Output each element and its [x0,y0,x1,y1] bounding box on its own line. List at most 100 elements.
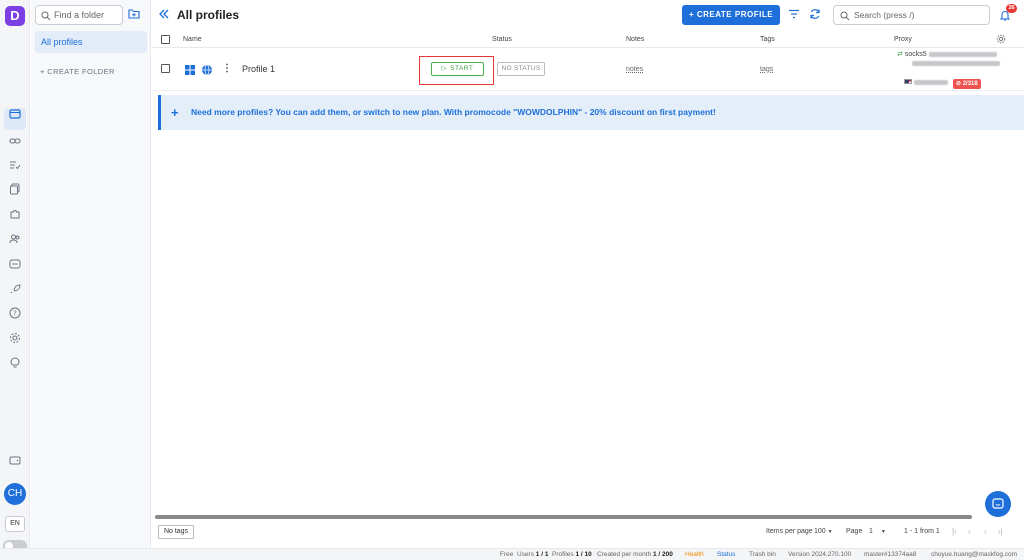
page-title: All profiles [177,8,240,22]
column-proxy[interactable]: Proxy [894,36,912,43]
tags-link[interactable]: tags [760,66,773,73]
chevron-down-icon: ▼ [880,529,886,535]
globe-icon [201,64,213,79]
proxy-ip-redacted [914,80,948,85]
users-icon[interactable] [7,233,23,249]
avatar[interactable]: CH [4,483,26,505]
proxy-check-badge[interactable]: ⊘ 2/318 [953,79,981,89]
promo-text: Need more profiles? You can add them, or… [191,107,716,117]
dolphin-logo: D [5,6,25,26]
rocket-icon[interactable] [7,283,23,299]
version-text: Version 2024.270.100 [788,551,852,558]
profiles-count: Profiles 1 / 10 [552,551,592,558]
user-email: chuyue.huang@maskfog.com [931,551,1018,558]
trash-bin-link[interactable]: Trash bin [749,551,776,558]
status-link[interactable]: Status [717,551,735,558]
created-value: 1 / 200 [653,551,673,558]
page-label: Page [846,528,863,535]
users-value: 1 / 1 [535,551,549,558]
folders-panel: Find a folder All profiles + CREATE FOLD… [31,0,151,548]
row-menu-icon[interactable]: ⋮ [222,63,232,74]
support-chat-button[interactable] [985,491,1011,517]
notes-link[interactable]: notes [626,66,643,73]
collapse-panel-icon[interactable] [158,8,170,22]
us-flag-icon [904,79,912,84]
column-status[interactable]: Status [492,36,512,43]
first-page-icon[interactable]: |‹ [952,527,957,536]
items-per-page-select[interactable]: 100 ▼ [814,528,833,535]
horizontal-scrollbar[interactable] [155,515,972,519]
status-badge[interactable]: NO STATUS [497,62,545,76]
footer-status-bar: Free Users 1 / 1 Profiles 1 / 10 Created… [0,548,1024,560]
search-icon [840,9,850,27]
folder-all-profiles[interactable]: All profiles [35,31,147,53]
lightbulb-icon[interactable] [7,357,23,373]
notification-badge: 26 [1006,4,1017,13]
api-icon[interactable] [7,258,23,274]
add-folder-icon[interactable] [128,8,140,22]
column-notes[interactable]: Notes [626,36,644,43]
folder-search-input[interactable]: Find a folder [35,5,123,25]
copy-icon[interactable] [7,183,23,199]
proxy-badge-value: 2/318 [962,81,978,87]
help-icon[interactable]: ? [7,307,23,323]
items-per-page-label: Items per page [766,528,813,535]
play-icon: ▷ [441,65,448,72]
create-profile-button[interactable]: + CREATE PROFILE [682,5,780,25]
health-link[interactable]: Health [685,551,704,558]
users-label: Users [517,551,534,558]
browser-profiles-icon[interactable] [4,108,26,130]
last-page-icon[interactable]: ›| [998,527,1003,536]
start-button[interactable]: ▷ START [431,62,484,76]
folder-search-placeholder: Find a folder [54,10,105,20]
promo-banner[interactable]: + Need more profiles? You can add them, … [158,95,1024,130]
refresh-icon[interactable] [809,8,821,23]
chat-icon [992,498,1004,509]
prev-page-icon[interactable]: ‹ [968,527,971,536]
puzzle-icon[interactable] [7,208,23,224]
svg-text:?: ? [13,310,17,318]
search-icon [41,9,51,27]
column-tags[interactable]: Tags [760,36,775,43]
wallet-icon[interactable] [7,454,23,470]
proxy-credentials-redacted [928,51,997,57]
column-name[interactable]: Name [183,36,202,43]
build-text: master#13374aa8 [864,551,917,558]
pagination-bar: No tags Items per page 100 ▼ Page 1 ▼ 1 … [152,520,1024,548]
blocked-icon: ⊘ [956,81,962,87]
page-value: 1 [869,528,873,535]
filter-icon[interactable] [788,9,800,22]
table-header: Name Status Notes Tags Proxy [152,31,1024,48]
table-row[interactable]: ⋮ Profile 1 ▷ START NO STATUS notes tags … [152,49,1024,91]
header: All profiles + CREATE PROFILE Search (pr… [152,0,1024,30]
page-range: 1 - 1 from 1 [904,528,940,535]
created-count: Created per month 1 / 200 [597,551,673,558]
proxy-host-redacted [912,61,1000,66]
profile-search-input[interactable]: Search (press /) [833,5,990,25]
create-folder-button[interactable]: + CREATE FOLDER [40,67,115,76]
column-settings-icon[interactable] [996,34,1006,46]
no-tags-button[interactable]: No tags [158,525,194,539]
list-check-icon[interactable] [7,159,23,175]
profiles-value: 1 / 10 [575,551,592,558]
chevron-down-icon: ▼ [827,529,833,535]
created-label: Created per month [597,551,652,558]
proxy-type-label: socks5 [904,51,927,58]
swap-icon: ⇄ [897,51,903,58]
profile-name[interactable]: Profile 1 [242,64,275,74]
start-label: START [450,65,474,72]
select-all-checkbox[interactable] [161,35,170,44]
link-icon[interactable] [7,135,23,151]
settings-icon[interactable] [7,332,23,348]
profile-search-placeholder: Search (press /) [854,10,915,20]
row-checkbox[interactable] [161,64,170,73]
windows-icon [185,65,195,78]
page-select[interactable]: 1 ▼ [869,528,886,535]
language-switch[interactable]: EN [5,516,25,532]
plan-name: Free [500,551,514,558]
icon-rail: D ? CH EN [0,0,30,560]
users-count: Users 1 / 1 [517,551,548,558]
items-per-page-value: 100 [814,528,826,535]
next-page-icon[interactable]: › [984,527,987,536]
proxy-type[interactable]: ⇄ socks5 [897,50,997,58]
